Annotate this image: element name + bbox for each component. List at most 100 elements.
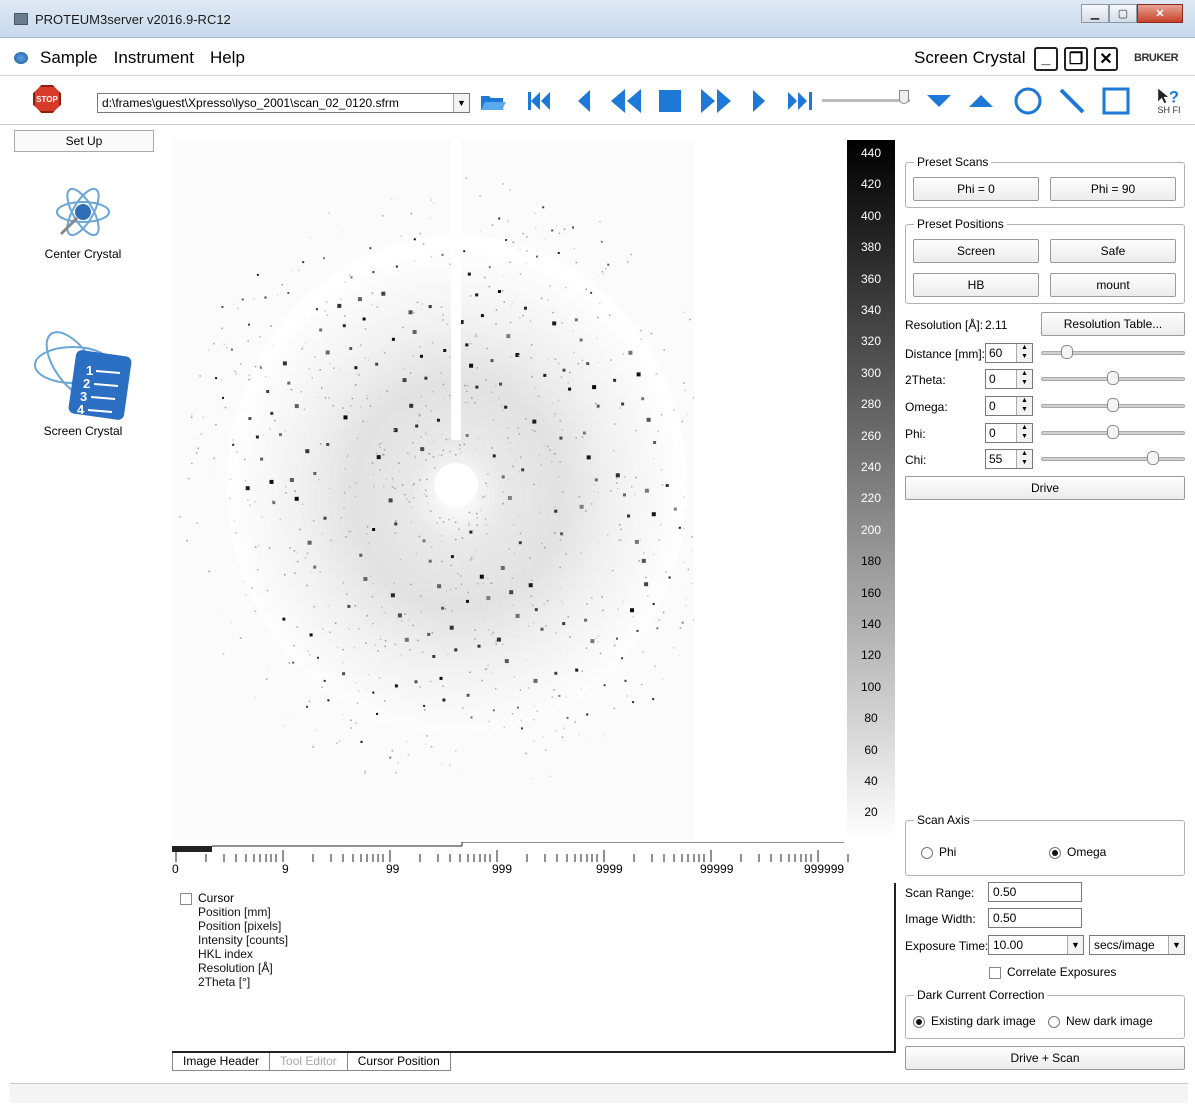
frame-speed-slider[interactable]	[822, 99, 910, 102]
scan-axis-omega-radio[interactable]: Omega	[1049, 845, 1106, 859]
line-tool-icon[interactable]	[1056, 87, 1088, 115]
menu-instrument[interactable]: Instrument	[114, 48, 194, 68]
drive-scan-button[interactable]: Drive + Scan	[905, 1046, 1185, 1070]
hb-position-button[interactable]: HB	[913, 273, 1039, 297]
2theta-spinner[interactable]: 0 ▲ ▼	[985, 369, 1033, 389]
scan-range-input[interactable]: 0.50	[988, 882, 1082, 902]
radio-new-dark[interactable]	[1048, 1015, 1060, 1028]
screen-crystal-task[interactable]: 1234 Screen Crystal	[12, 325, 154, 438]
diffraction-spot	[492, 709, 495, 712]
close-pane-icon[interactable]: ✕	[1094, 47, 1118, 71]
safe-position-button[interactable]: Safe	[1050, 239, 1176, 263]
first-frame-icon[interactable]	[525, 87, 555, 115]
frame-speed-slider-thumb[interactable]	[899, 90, 909, 104]
noise-speck	[420, 595, 422, 598]
tree-root[interactable]: Cursor	[180, 891, 288, 905]
noise-speck	[367, 359, 370, 361]
correlate-checkbox-box[interactable]	[989, 966, 1001, 979]
noise-speck	[247, 499, 249, 501]
scan-axis-phi-radio[interactable]: Phi	[921, 845, 956, 859]
noise-speck	[540, 463, 542, 466]
setup-button[interactable]: Set Up	[14, 130, 154, 152]
minimize-pane-icon[interactable]: _	[1034, 47, 1058, 71]
diffraction-image[interactable]	[172, 140, 694, 840]
center-crystal-task[interactable]: Center Crystal	[12, 180, 154, 261]
menu-sample[interactable]: Sample	[40, 48, 98, 68]
fast-forward-icon[interactable]	[698, 87, 734, 115]
intensity-tick-label: 160	[860, 585, 882, 600]
diffraction-spot	[270, 411, 274, 415]
resolution-table-button[interactable]: Resolution Table...	[1041, 312, 1185, 336]
context-help-icon[interactable]: ? SH FI	[1152, 87, 1186, 115]
frame-path-combo[interactable]: d:\frames\guest\Xpresso\lyso_2001\scan_0…	[97, 93, 470, 113]
spinner-arrows-icon[interactable]: ▲ ▼	[1016, 344, 1032, 362]
noise-speck	[376, 452, 378, 455]
noise-speck	[481, 507, 483, 509]
tab-tool-editor[interactable]: Tool Editor	[269, 1053, 348, 1071]
existing-dark-radio[interactable]: Existing dark image	[913, 1014, 1036, 1028]
noise-speck	[379, 635, 381, 637]
radio-omega[interactable]	[1049, 846, 1061, 859]
phi-slider-thumb[interactable]	[1107, 425, 1119, 439]
maximize-icon[interactable]: ▢	[1109, 4, 1137, 23]
tab-image-header[interactable]: Image Header	[172, 1053, 271, 1071]
radio-phi[interactable]	[921, 846, 933, 859]
close-icon[interactable]: ✕	[1137, 4, 1183, 23]
exposure-time-combo[interactable]: 10.00 ▼	[988, 935, 1084, 955]
noise-speck	[622, 353, 624, 355]
new-dark-radio[interactable]: New dark image	[1048, 1014, 1153, 1028]
exposure-unit-combo[interactable]: secs/image ▼	[1089, 935, 1185, 955]
spinner-arrows-icon[interactable]: ▲ ▼	[1016, 397, 1032, 415]
open-folder-icon[interactable]	[478, 87, 508, 115]
minimize-icon[interactable]: ▁	[1081, 4, 1109, 23]
spinner-arrows-icon[interactable]: ▲ ▼	[1016, 370, 1032, 388]
rectangle-tool-icon[interactable]	[1100, 87, 1132, 115]
noise-speck	[217, 399, 219, 401]
spinner-arrows-icon[interactable]: ▲ ▼	[1016, 424, 1032, 442]
distance-slider-thumb[interactable]	[1060, 345, 1073, 359]
stop-button[interactable]: STOP	[33, 85, 61, 113]
radio-existing-dark[interactable]	[913, 1015, 925, 1028]
chi-slider-thumb[interactable]	[1146, 451, 1159, 465]
phi-spinner[interactable]: 0 ▲ ▼	[985, 423, 1033, 443]
distance-spinner[interactable]: 60 ▲ ▼	[985, 343, 1033, 363]
chi-spinner[interactable]: 55 ▲ ▼	[985, 449, 1033, 469]
noise-speck	[410, 212, 413, 215]
noise-speck	[558, 232, 561, 234]
noise-speck	[584, 738, 586, 740]
phi-90-button[interactable]: Phi = 90	[1050, 177, 1176, 201]
noise-speck	[543, 420, 545, 422]
correlate-exposures-checkbox[interactable]: Correlate Exposures	[989, 965, 1116, 979]
chevron-down-icon[interactable]: ▼	[1067, 936, 1083, 954]
chevron-down-icon[interactable]: ▼	[453, 94, 469, 112]
omega-spinner[interactable]: 0 ▲ ▼	[985, 396, 1033, 416]
noise-speck	[513, 676, 516, 678]
omega-slider-thumb[interactable]	[1107, 398, 1119, 412]
mount-position-button[interactable]: mount	[1050, 273, 1176, 297]
previous-frame-icon[interactable]	[572, 87, 596, 115]
spinner-arrows-icon[interactable]: ▲ ▼	[1016, 450, 1032, 468]
phi-0-button[interactable]: Phi = 0	[913, 177, 1039, 201]
menu-help[interactable]: Help	[210, 48, 245, 68]
drive-button[interactable]: Drive	[905, 476, 1185, 500]
tab-cursor-position[interactable]: Cursor Position	[346, 1053, 451, 1071]
rewind-icon[interactable]	[608, 87, 644, 115]
intensity-color-bar: 440 420 400 380 360 340 320 300 280 260 240 220 200 1…	[847, 140, 895, 840]
circle-tool-icon[interactable]	[1012, 87, 1044, 115]
restore-pane-icon[interactable]: ❐	[1064, 47, 1088, 71]
2theta-slider-thumb[interactable]	[1107, 371, 1119, 385]
arrow-up-icon[interactable]	[966, 87, 996, 115]
screen-position-button[interactable]: Screen	[913, 239, 1039, 263]
stop-playback-icon[interactable]	[656, 87, 684, 115]
noise-speck	[527, 687, 530, 689]
chi-slider[interactable]	[1041, 457, 1185, 461]
last-frame-icon[interactable]	[784, 87, 818, 115]
arrow-down-icon[interactable]	[924, 87, 954, 115]
noise-speck	[558, 362, 560, 365]
image-width-input[interactable]: 0.50	[988, 908, 1082, 928]
intensity-log-scale[interactable]: 0 9 99 999 9999 99999 999999	[172, 841, 852, 880]
chevron-down-icon[interactable]: ▼	[1168, 936, 1184, 954]
cursor-checkbox[interactable]	[180, 892, 192, 905]
next-frame-icon[interactable]	[748, 87, 770, 115]
noise-speck	[319, 571, 321, 573]
